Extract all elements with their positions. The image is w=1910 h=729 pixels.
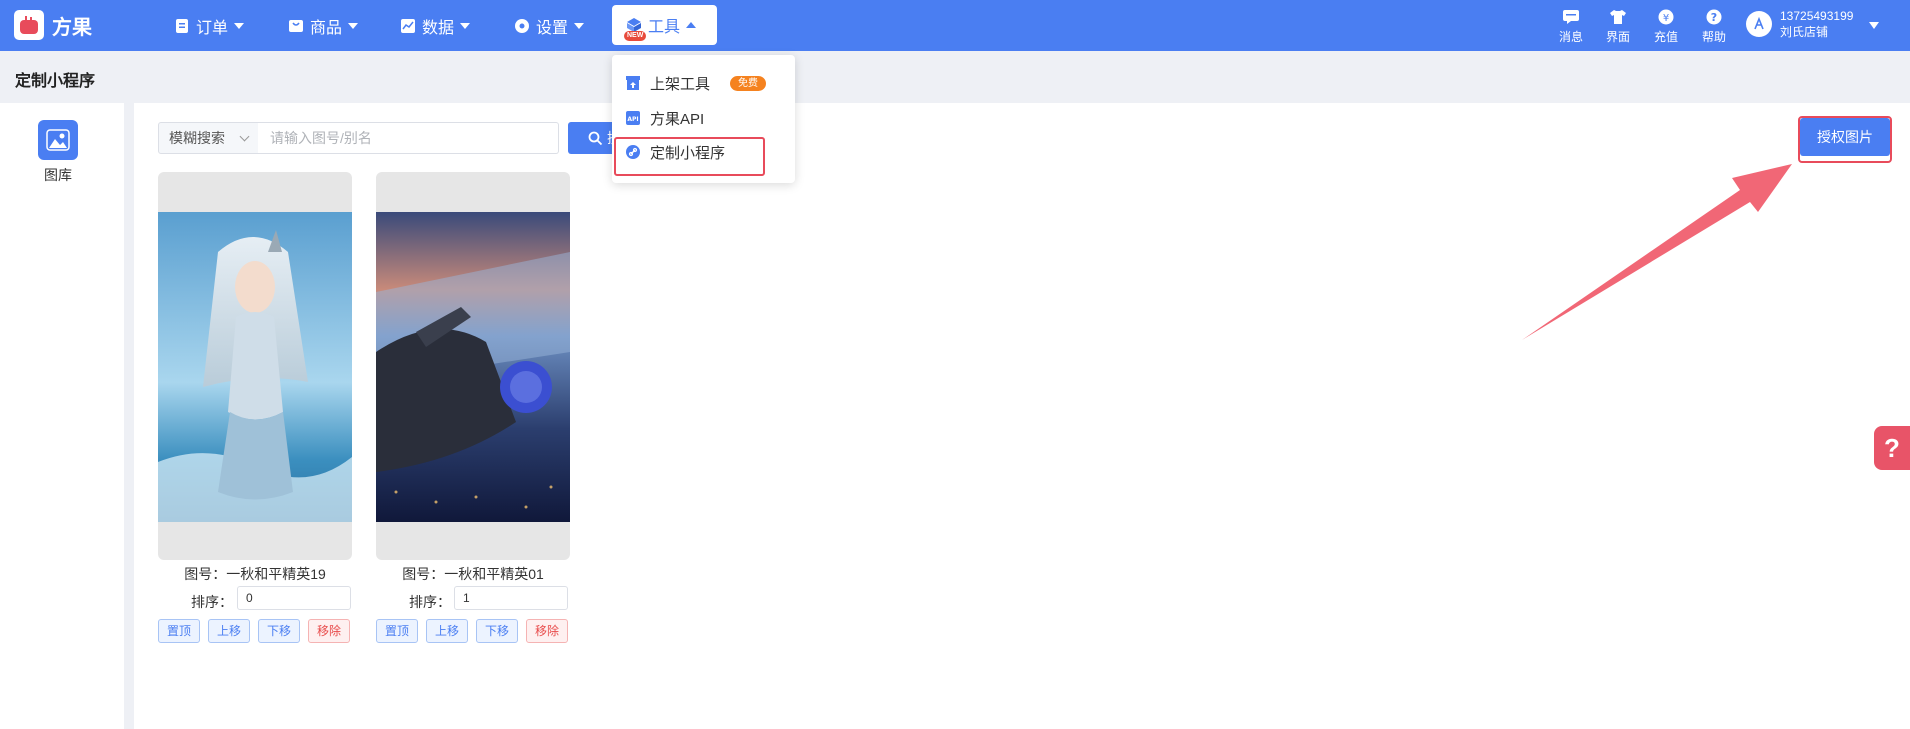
image-card[interactable] <box>376 172 570 560</box>
nav-data[interactable]: 数据 <box>400 0 471 51</box>
authorize-images-button[interactable]: 授权图片 <box>1800 118 1890 156</box>
nav-tools[interactable]: NEW 工具 <box>612 5 717 45</box>
nav-tools-label: 工具 <box>648 19 681 36</box>
menu-item-label: 上架工具 <box>650 75 711 93</box>
pin-top-button[interactable]: 置顶 <box>376 619 418 643</box>
nav-settings-label: 设置 <box>536 19 569 37</box>
yen-coin-icon: ¥ <box>1657 8 1675 26</box>
new-badge: NEW <box>624 31 647 41</box>
api-icon: API <box>626 111 640 125</box>
user-shop: 刘氏店铺 <box>1780 25 1829 39</box>
move-up-button[interactable]: 上移 <box>208 619 250 643</box>
annotation-arrow-icon <box>1522 164 1792 340</box>
nav-products[interactable]: 商品 <box>288 0 359 51</box>
recharge-label: 充值 <box>1653 30 1678 44</box>
box-upload-icon <box>626 76 640 90</box>
remove-button[interactable]: 移除 <box>308 619 350 643</box>
card-sort-label: 排序： <box>191 594 233 610</box>
user-avatar-icon <box>1746 11 1772 37</box>
interface-button[interactable]: 界面 <box>1598 8 1638 45</box>
user-menu[interactable]: 13725493199 刘氏店铺 <box>1746 8 1853 40</box>
page-title: 定制小程序 <box>15 73 96 90</box>
top-navbar: 方果 订单 商品 数据 设置 NEW 工具 消息 界面 ¥ 充值 ? 帮助 13… <box>0 0 1910 51</box>
search-mode-value: 模糊搜索 <box>169 130 225 146</box>
move-down-button[interactable]: 下移 <box>258 619 300 643</box>
nav-settings[interactable]: 设置 <box>514 0 585 51</box>
gallery-label[interactable]: 图库 <box>0 165 116 185</box>
menu-item-highlight <box>614 137 765 176</box>
move-up-button[interactable]: 上移 <box>426 619 468 643</box>
messages-button[interactable]: 消息 <box>1551 8 1591 45</box>
help-button[interactable]: ? 帮助 <box>1694 8 1734 45</box>
interface-label: 界面 <box>1605 30 1630 44</box>
card-sort-input[interactable] <box>237 586 351 610</box>
chevron-down-icon <box>348 22 359 29</box>
search-mode-select[interactable]: 模糊搜索 <box>158 122 259 154</box>
chevron-down-icon[interactable] <box>1869 22 1879 29</box>
nav-data-label: 数据 <box>422 19 455 37</box>
image-card[interactable] <box>158 172 352 560</box>
products-icon <box>289 19 303 32</box>
remove-button[interactable]: 移除 <box>526 619 568 643</box>
image-preview <box>376 212 570 522</box>
user-phone: 13725493199 <box>1780 9 1854 23</box>
free-badge: 免费 <box>730 75 767 91</box>
menu-item-label: 方果API <box>650 110 705 128</box>
gear-icon <box>515 18 529 33</box>
chevron-down-icon <box>239 131 250 142</box>
image-preview <box>158 212 352 522</box>
search-input[interactable] <box>258 122 559 154</box>
chevron-down-icon <box>574 22 585 29</box>
gallery-icon[interactable] <box>38 120 78 160</box>
chevron-down-icon <box>234 22 245 29</box>
nav-orders[interactable]: 订单 <box>174 0 245 51</box>
chevron-down-icon <box>460 22 471 29</box>
floating-help-button[interactable]: ? <box>1874 426 1910 470</box>
messages-label: 消息 <box>1558 30 1583 44</box>
brand-logo[interactable]: 方果 <box>14 10 92 40</box>
question-circle-icon: ? <box>1705 8 1723 26</box>
orders-icon <box>176 18 188 33</box>
chart-icon <box>401 18 415 33</box>
svg-text:API: API <box>627 116 638 123</box>
nav-products-label: 商品 <box>310 19 343 37</box>
chevron-up-icon <box>686 22 697 28</box>
nav-orders-label: 订单 <box>196 19 229 37</box>
message-icon <box>1562 8 1580 26</box>
shirt-icon <box>1609 8 1627 26</box>
search-icon <box>588 131 603 145</box>
logo-icon <box>14 10 44 40</box>
card-image-number: 图号：一秋和平精英01 <box>402 566 544 582</box>
svg-text:?: ? <box>1711 11 1717 24</box>
menu-item-api[interactable]: API 方果API <box>626 106 704 130</box>
card-image-number: 图号：一秋和平精英19 <box>184 566 326 582</box>
recharge-button[interactable]: ¥ 充值 <box>1646 8 1686 45</box>
move-down-button[interactable]: 下移 <box>476 619 518 643</box>
pin-top-button[interactable]: 置顶 <box>158 619 200 643</box>
menu-item-listing-tool[interactable]: 上架工具 免费 <box>626 71 767 95</box>
card-sort-input[interactable] <box>454 586 568 610</box>
left-panel: 图库 <box>0 103 124 729</box>
help-label: 帮助 <box>1701 30 1726 44</box>
card-sort-label: 排序： <box>409 594 451 610</box>
brand-name: 方果 <box>52 16 92 39</box>
svg-text:¥: ¥ <box>1663 13 1669 24</box>
